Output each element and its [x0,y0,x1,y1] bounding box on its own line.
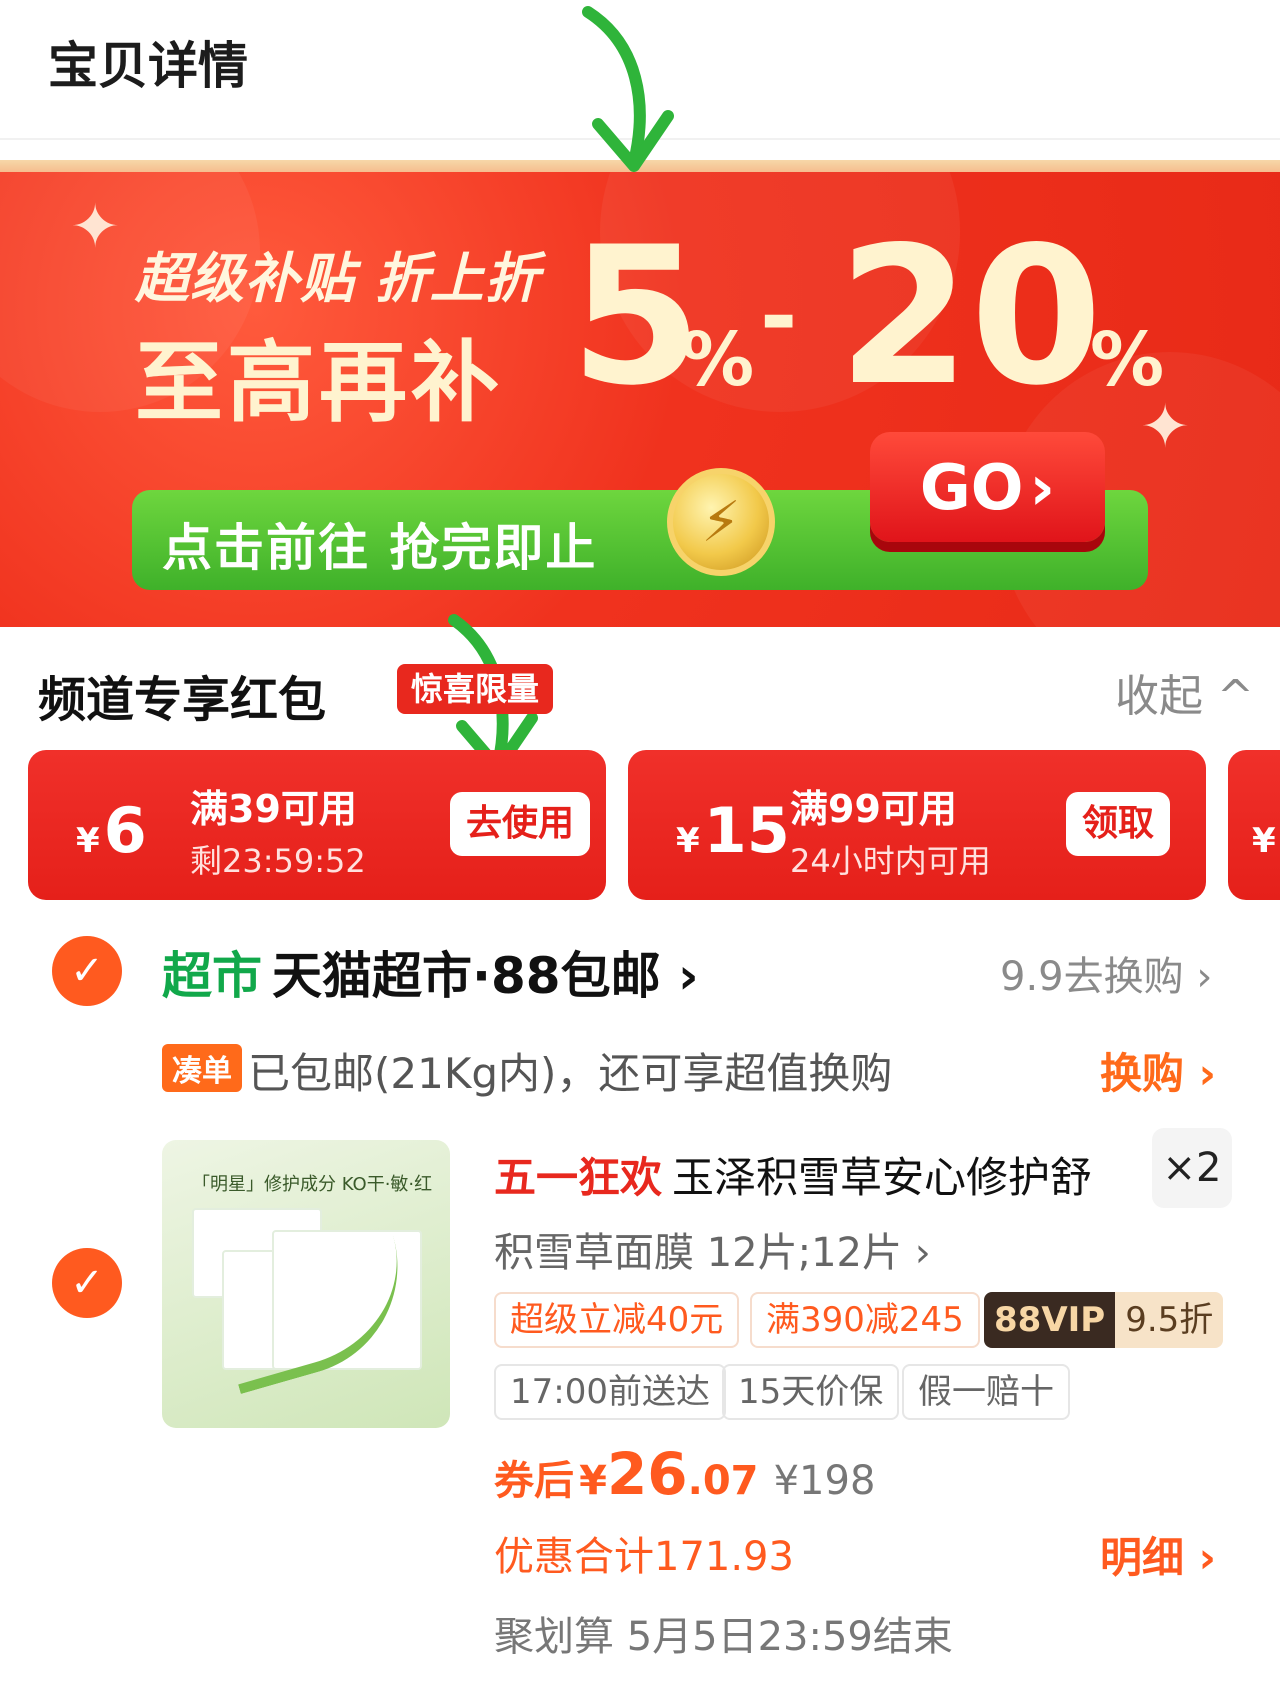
banner-number-high: 20 [838,206,1103,427]
detail-link[interactable]: 明细 › [1100,1524,1216,1585]
discount-tag: 超级立减40元 [494,1292,740,1348]
discount-total: 优惠合计171.93 [494,1534,794,1580]
promo-tag: 五一狂欢 [494,1153,663,1202]
banner-subtitle: 超级补贴 折上折 [135,247,540,310]
vip-label: 88VIP [984,1292,1116,1348]
original-price: ¥198 [773,1458,876,1504]
sku-selector[interactable]: 积雪草面膜 12片;12片 › [494,1220,931,1278]
store-name-link[interactable]: 天猫超市·88包邮 › [272,936,699,1008]
quantity-badge[interactable]: ×2 [1152,1128,1232,1208]
product-image-label: 「明星」修护成分 KO干·敏·红 [192,1174,433,1195]
vip-discount: 9.5折 [1115,1292,1224,1348]
product-title[interactable]: 玉泽积雪草安心修护舒 [672,1144,1092,1205]
chevron-right-icon: › [1029,450,1056,524]
price-decimal: .07 [687,1458,759,1504]
currency-symbol: ¥ [76,821,100,861]
coupon-card[interactable]: ¥ [1228,750,1280,900]
product-image[interactable]: 「明星」修护成分 KO干·敏·红 [162,1140,450,1428]
store-check-icon[interactable]: ✓ [52,936,122,1006]
service-tag: 假一赔十 [902,1364,1070,1420]
service-tag: 17:00前送达 [494,1364,726,1420]
store-type-tag: 超市 [162,947,262,1005]
coupon-amount: ¥15 [676,794,790,867]
store-name: 天猫超市·88包邮 [272,947,661,1005]
coupon-card[interactable]: ¥6 满39可用 剩23:59:52 去使用 [28,750,606,900]
collapse-label: 收起 [1115,671,1203,722]
banner-percent-low: % [680,317,755,403]
banner-cta-text: 点击前往 抢完即止 [162,519,598,577]
coin-icon: ⚡ [667,468,775,576]
price-currency: ¥ [579,1458,607,1504]
limited-badge: 惊喜限量 [397,664,554,714]
coudan-tag: 凑单 [162,1044,242,1092]
go-label: GO [919,450,1024,524]
swap-link[interactable]: 换购 › [1100,1040,1216,1101]
collapse-button[interactable]: 收起 ^ [1115,660,1254,724]
swap-offer-link[interactable]: 9.9去换购 › [1000,944,1212,1002]
subsidy-banner[interactable]: ✦ ✦ 超级补贴 折上折 至高再补 5 % - 20 % 点击前往 抢完即止 ⚡… [0,172,1280,627]
banner-headline: 至高再补 [135,331,504,434]
use-coupon-button[interactable]: 去使用 [450,792,591,856]
banner-percent-high: % [1090,317,1165,403]
vip-badge: 88VIP 9.5折 [984,1292,1224,1348]
page: 宝贝详情 ✦ ✦ 超级补贴 折上折 至高再补 5 % - 20 % 点击前往 抢… [0,0,1280,1706]
coupon-condition: 满39可用 [190,787,357,831]
service-tag: 15天价保 [722,1364,900,1420]
product-check-icon[interactable]: ✓ [52,1248,122,1318]
page-title: 宝贝详情 [48,37,248,95]
claim-coupon-button[interactable]: 领取 [1066,792,1171,856]
currency-symbol: ¥ [676,821,700,861]
chevron-right-icon: › [678,947,699,1005]
go-button[interactable]: GO › [870,432,1105,542]
price-row: 券后 ¥26.07 ¥198 [494,1440,875,1508]
coupon-card[interactable]: ¥15 满99可用 24小时内可用 领取 [628,750,1206,900]
coupon-amount: ¥6 [76,794,147,867]
coupon-section-heading: 频道专享红包 [38,672,327,728]
banner-dash: - [760,264,798,369]
currency-symbol: ¥ [1252,821,1276,861]
coupon-amount: ¥ [1252,794,1280,867]
shipping-note: 已包邮(21Kg内)，还可享超值换购 [248,1049,893,1098]
coupon-validity: 24小时内可用 [790,842,991,880]
price-label: 券后 [494,1458,574,1504]
coupon-countdown: 剩23:59:52 [190,842,366,880]
sparkle-icon: ✦ [70,192,121,262]
chevron-up-icon: ^ [1217,671,1254,722]
price-integer: 26 [606,1440,688,1508]
coupon-condition: 满99可用 [790,787,957,831]
discount-tag: 满390减245 [750,1292,980,1348]
juhuasuan-deadline: 聚划算 5月5日23:59结束 [494,1614,953,1660]
annotation-arrow-icon [582,6,674,172]
